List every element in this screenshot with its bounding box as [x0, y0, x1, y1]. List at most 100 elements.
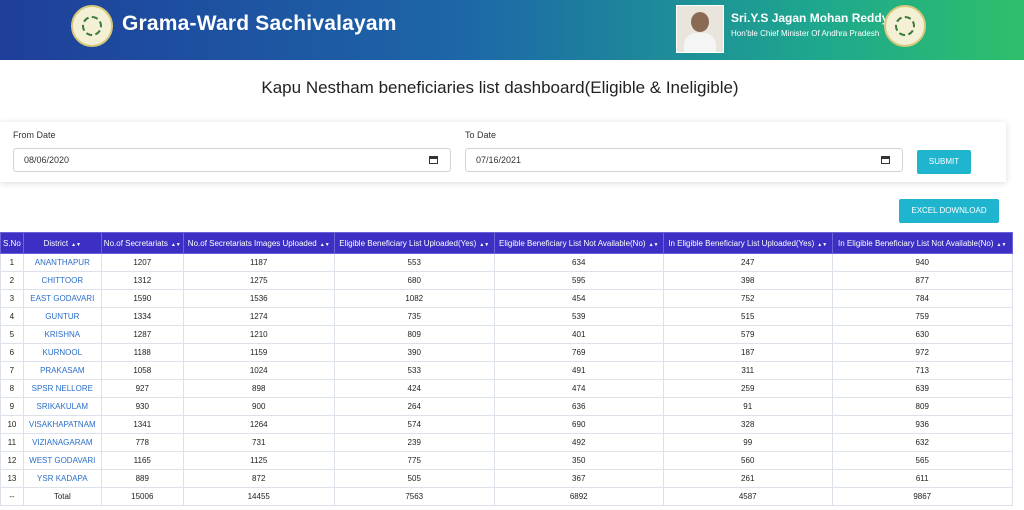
column-header[interactable]: Eligible Beneficiary List Uploaded(Yes) ▲… — [333, 232, 495, 254]
cm-name: Sri.Y.S Jagan Mohan Reddy — [731, 11, 889, 25]
table-cell: 6892 — [493, 487, 664, 506]
page-title: Kapu Nestham beneficiaries list dashboar… — [261, 78, 739, 97]
district-link[interactable]: EAST GODAVARI — [22, 289, 102, 308]
table-cell: 565 — [831, 451, 1013, 470]
table-cell: 13 — [0, 469, 24, 488]
calendar-icon[interactable] — [881, 156, 890, 164]
table-cell: 731 — [182, 433, 335, 452]
table-cell: 690 — [493, 415, 664, 434]
table-cell: 809 — [333, 325, 495, 344]
district-link[interactable]: PRAKASAM — [22, 361, 102, 380]
table-cell: 1312 — [100, 271, 184, 290]
table-cell: 11 — [0, 433, 24, 452]
table-cell: 367 — [493, 469, 664, 488]
table-cell: 4587 — [662, 487, 833, 506]
column-header[interactable]: In Eligible Beneficiary List Not Availab… — [831, 232, 1013, 254]
excel-download-button[interactable]: EXCEL DOWNLOAD — [899, 199, 999, 223]
table-cell: 630 — [831, 325, 1013, 344]
table-cell: 3 — [0, 289, 24, 308]
district-link[interactable]: SRIKAKULAM — [22, 397, 102, 416]
table-cell: 775 — [333, 451, 495, 470]
table-cell: 187 — [662, 343, 833, 362]
district-link[interactable]: CHITTOOR — [22, 271, 102, 290]
table-cell: 7 — [0, 361, 24, 380]
table-cell: 328 — [662, 415, 833, 434]
table-cell: 424 — [333, 379, 495, 398]
table-cell: 474 — [493, 379, 664, 398]
table-cell: 261 — [662, 469, 833, 488]
sort-icon[interactable]: ▲▼ — [320, 242, 330, 248]
table-cell: 1334 — [100, 307, 184, 326]
district-link[interactable]: VISAKHAPATNAM — [22, 415, 102, 434]
column-header[interactable]: S.No — [0, 232, 24, 254]
column-header[interactable]: No.of Secretariats Images Uploaded ▲▼ — [182, 232, 335, 254]
brand-title: Grama-Ward Sachivalayam — [122, 12, 397, 35]
table-cell: 5 — [0, 325, 24, 344]
from-date-input[interactable]: 08/06/2020 — [13, 148, 451, 172]
table-cell: 2 — [0, 271, 24, 290]
table-cell: 560 — [662, 451, 833, 470]
district-link[interactable]: ANANTHAPUR — [22, 253, 102, 272]
table-cell: 492 — [493, 433, 664, 452]
sort-icon[interactable]: ▲▼ — [171, 242, 181, 248]
table-row: 13 YSR KADAPA 889 872 505 367 261 611 — [0, 469, 1013, 488]
sort-icon[interactable]: ▲▼ — [479, 242, 489, 248]
cm-title: Hon'ble Chief Minister Of Andhra Pradesh — [731, 29, 880, 38]
column-header[interactable]: In Eligible Beneficiary List Uploaded(Ye… — [662, 232, 833, 254]
submit-button[interactable]: SUBMIT — [917, 150, 971, 174]
district-link[interactable]: YSR KADAPA — [22, 469, 102, 488]
table-cell: 972 — [831, 343, 1013, 362]
column-header[interactable]: No.of Secretariats ▲▼ — [100, 232, 184, 254]
district-link[interactable]: KRISHNA — [22, 325, 102, 344]
sort-icon[interactable]: ▲▼ — [817, 242, 827, 248]
table-cell: 1207 — [100, 253, 184, 272]
table-cell: 769 — [493, 343, 664, 362]
table-cell: 809 — [831, 397, 1013, 416]
table-cell: 311 — [662, 361, 833, 380]
table-cell: 636 — [493, 397, 664, 416]
district-link[interactable]: VIZIANAGARAM — [22, 433, 102, 452]
table-cell: 634 — [493, 253, 664, 272]
table-cell: 680 — [333, 271, 495, 290]
table-cell: 1287 — [100, 325, 184, 344]
table-row: 12 WEST GODAVARI 1165 1125 775 350 560 565 — [0, 451, 1013, 470]
column-header-label: Eligible Beneficiary List Uploaded(Yes) — [339, 238, 477, 248]
table-cell: 259 — [662, 379, 833, 398]
district-link[interactable]: KURNOOL — [22, 343, 102, 362]
column-header-label: In Eligible Beneficiary List Not Availab… — [838, 238, 994, 248]
table-cell: 8 — [0, 379, 24, 398]
table-cell: 264 — [333, 397, 495, 416]
total-row: -- Total 15006 14455 7563 6892 4587 9867 — [0, 487, 1013, 506]
table-row: 7 PRAKASAM 1058 1024 533 491 311 713 — [0, 361, 1013, 380]
to-date-input[interactable]: 07/16/2021 — [465, 148, 903, 172]
table-cell: 930 — [100, 397, 184, 416]
table-cell: 579 — [662, 325, 833, 344]
table-cell: 1274 — [182, 307, 335, 326]
district-link[interactable]: GUNTUR — [22, 307, 102, 326]
calendar-icon[interactable] — [429, 156, 438, 164]
table-row: 3 EAST GODAVARI 1590 1536 1082 454 752 784 — [0, 289, 1013, 308]
table-cell: 752 — [662, 289, 833, 308]
from-date-value: 08/06/2020 — [24, 155, 70, 165]
table-row: 10 VISAKHAPATNAM 1341 1264 574 690 328 936 — [0, 415, 1013, 434]
table-cell: 6 — [0, 343, 24, 362]
table-cell: 390 — [333, 343, 495, 362]
beneficiaries-table: S.No District ▲▼ No.of Secretariats ▲▼ No.of … — [0, 232, 1013, 506]
table-cell: 900 — [182, 397, 335, 416]
table-cell: 1264 — [182, 415, 335, 434]
table-cell: 247 — [662, 253, 833, 272]
column-header[interactable]: District ▲▼ — [22, 232, 102, 254]
table-cell: 553 — [333, 253, 495, 272]
sort-icon[interactable]: ▲▼ — [649, 242, 659, 248]
district-link[interactable]: WEST GODAVARI — [22, 451, 102, 470]
sort-icon[interactable]: ▲▼ — [71, 242, 81, 248]
cm-photo — [676, 5, 724, 53]
table-cell: 398 — [662, 271, 833, 290]
table-cell: 4 — [0, 307, 24, 326]
table-cell: 1165 — [100, 451, 184, 470]
table-cell: 12 — [0, 451, 24, 470]
sort-icon[interactable]: ▲▼ — [997, 242, 1007, 248]
table-cell: 1125 — [182, 451, 335, 470]
district-link[interactable]: SPSR NELLORE — [22, 379, 102, 398]
column-header[interactable]: Eligible Beneficiary List Not Available(… — [493, 232, 664, 254]
